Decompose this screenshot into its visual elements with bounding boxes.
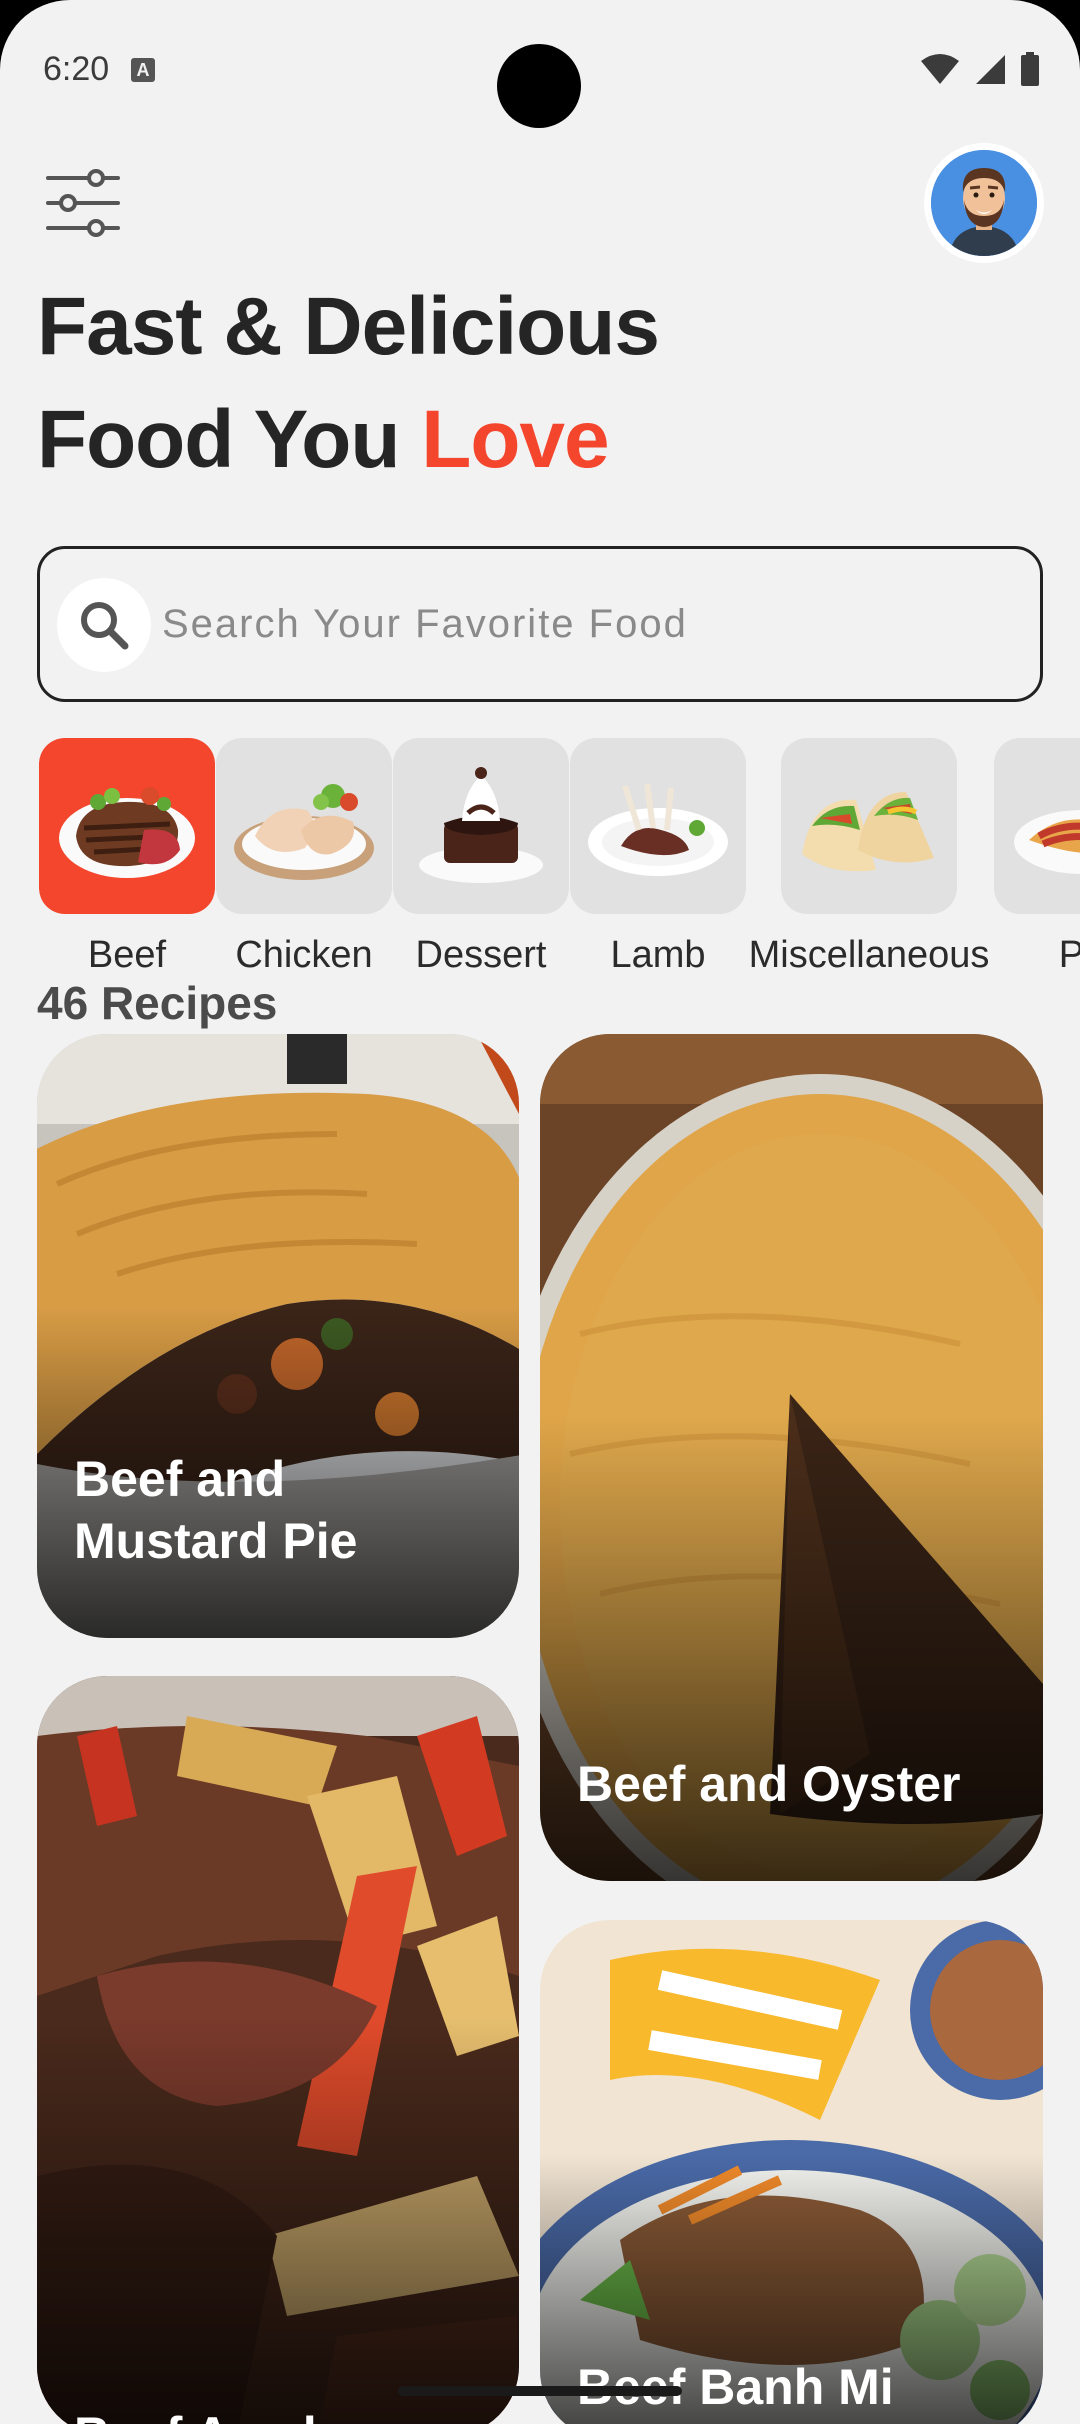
battery-icon [1021,52,1039,86]
category-dessert[interactable]: Dessert [393,738,569,977]
search-button[interactable] [57,578,151,672]
category-tile [39,738,215,914]
category-chicken[interactable]: Chicken [216,738,392,977]
card-shade [37,2018,519,2424]
recipe-title: Beef and Oyster [577,1756,961,1812]
category-label: Lamb [610,934,706,976]
search-bar[interactable] [37,546,1043,702]
status-bar: 6:20 A [0,0,1080,140]
category-tile [994,738,1080,914]
headline-line-1: Fast & Delicious [37,281,660,372]
user-avatar[interactable] [924,143,1044,263]
recipe-card[interactable]: Beef Banh Mi Bowls w [540,1920,1043,2424]
notification-a-icon: A [131,58,155,82]
headline-line-2: Food You Love [37,383,659,496]
app-screen: 6:20 A Fast & Delicious Food You Love Se… [0,0,1080,2424]
wifi-icon [921,54,959,84]
recipe-card[interactable]: Beef and Oyster [540,1034,1043,1881]
category-tile [570,738,746,914]
category-label: Pa [1058,934,1080,976]
category-miscellaneous[interactable]: Miscellaneous [747,738,991,977]
category-label: Beef [87,934,167,976]
home-indicator[interactable] [398,2386,682,2396]
category-tile [781,738,957,914]
recipe-title: Beef Asado [74,2404,489,2424]
category-label: Dessert [415,934,547,976]
category-label: Chicken [235,934,373,976]
category-tile [393,738,569,914]
steak-icon [59,787,195,878]
category-label: Miscellaneous [748,934,990,976]
recipe-title: Beef and Mustard Pie [74,1451,358,1569]
filter-button[interactable] [46,168,120,238]
headline-accent-love: Love [421,394,609,485]
status-icons [920,52,1040,86]
status-time: 6:20 [43,50,110,88]
pasta-icon [1014,810,1080,874]
headline-line-2-prefix: Food You [37,394,422,485]
taco-icon [802,792,934,872]
lamb-chops-icon [588,783,728,876]
signal-icon [976,55,1005,84]
recipes-count: 46 Recipes [37,977,278,1029]
category-beef[interactable]: Beef [39,738,215,977]
chicken-icon [234,784,374,880]
category-lamb[interactable]: Lamb [570,738,746,977]
avatar-icon [931,150,1037,256]
category-tile [216,738,392,914]
search-input[interactable] [162,589,1002,659]
recipe-card[interactable]: Beef Asado [37,1676,519,2424]
recipe-card[interactable]: Beef and Mustard Pie [37,1034,519,1638]
page-headline: Fast & Delicious Food You Love [37,270,660,496]
camera-cutout [497,44,581,128]
cake-icon [419,767,543,883]
category-list: Beef Chicken Dessert Lamb Miscellaneous … [0,738,1080,976]
search-icon [81,602,129,650]
category-pasta[interactable]: Pa [994,738,1080,977]
sliders-icon [46,169,120,237]
